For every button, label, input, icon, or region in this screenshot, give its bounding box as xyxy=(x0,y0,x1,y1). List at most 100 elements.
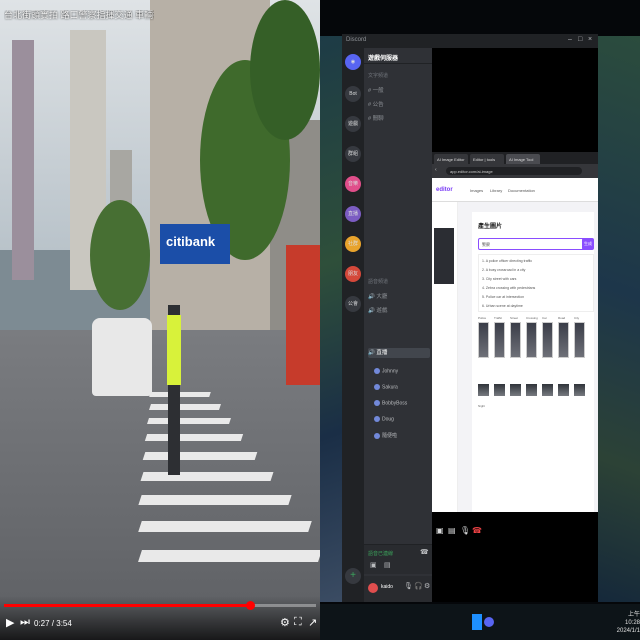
image-thumbnail[interactable] xyxy=(494,322,505,358)
stream-controls: ▣ ▤ 🎙 ☎ xyxy=(432,518,598,548)
image-thumbnail[interactable] xyxy=(526,322,537,358)
image-thumbnail[interactable] xyxy=(494,384,505,396)
headphones-icon[interactable]: 🎧 xyxy=(414,582,423,590)
generate-button[interactable]: 生成 xyxy=(582,238,594,250)
voice-channel-item-active[interactable]: 🔊 直播 xyxy=(368,348,430,358)
nav-item[interactable]: Documentation xyxy=(508,188,535,193)
taskbar-app-icon[interactable] xyxy=(472,614,482,630)
voice-user[interactable]: Doug xyxy=(374,416,430,426)
building xyxy=(12,40,34,280)
mic-icon[interactable]: 🎙 xyxy=(460,526,470,535)
avatar[interactable] xyxy=(368,583,378,593)
discord-taskbar-icon[interactable] xyxy=(484,617,494,627)
server-icon[interactable]: 社群 xyxy=(345,236,361,252)
voice-channel-item[interactable]: 🔊 遊戲 xyxy=(368,306,430,316)
site-header: editor Images Library Documentation xyxy=(432,178,598,202)
crosswalk-stripe xyxy=(138,495,292,505)
voice-user[interactable]: BobbyBoss xyxy=(374,400,430,410)
screen-share-icon[interactable]: ▤ xyxy=(384,561,391,569)
image-thumbnail[interactable] xyxy=(510,322,521,358)
voice-connection-panel: 語音已連線 ☎ ▣ ▤ xyxy=(364,544,432,574)
browser-tab[interactable]: AI Image Editor xyxy=(434,154,468,164)
disconnect-icon[interactable]: ☎ xyxy=(472,526,482,535)
channel-category[interactable]: 語音頻道 xyxy=(368,278,430,288)
desktop: Discord – □ × ◉ Bot 遊戲 群組 音樂 直播 社群 朋友 公會… xyxy=(320,0,640,640)
channel-item[interactable]: # 一般 xyxy=(368,86,430,96)
voice-user[interactable]: Johnny xyxy=(374,368,430,378)
officer-vest xyxy=(167,315,181,385)
prompt-input[interactable]: 警察 xyxy=(478,238,588,250)
server-icon[interactable]: 遊戲 xyxy=(345,116,361,132)
home-icon[interactable]: ◉ xyxy=(345,54,361,70)
camera-icon[interactable]: ▣ xyxy=(370,561,377,569)
image-thumbnail[interactable] xyxy=(558,322,569,358)
image-thumbnail[interactable] xyxy=(542,322,553,358)
image-thumbnail[interactable] xyxy=(542,384,553,396)
channel-item[interactable]: # 閒聊 xyxy=(368,114,430,124)
prompt-line[interactable]: 2. A busy crossroad in a city xyxy=(482,268,525,272)
add-server-icon[interactable]: + xyxy=(345,568,361,584)
voice-user-name: Sakura xyxy=(382,384,398,391)
skip-next-icon[interactable]: ⏭ xyxy=(20,616,30,629)
gear-icon[interactable]: ⚙ xyxy=(424,582,430,590)
url-field[interactable]: app.editor.com/ai-image xyxy=(446,167,582,175)
stream-view[interactable]: AI Image Editor Editor | tools AI Image … xyxy=(432,48,598,602)
channel-list: 遊戲伺服器 文字頻道 # 一般 # 公告 # 閒聊 語音頻道 🔊 大廳 🔊 遊戲… xyxy=(364,48,432,602)
crosswalk-stripe xyxy=(144,434,244,441)
bank-sign: citibank xyxy=(160,224,230,264)
channel-category[interactable]: 文字頻道 xyxy=(368,72,430,82)
tray-time: 上午 10:28 xyxy=(624,612,640,626)
share-icon[interactable]: ↗ xyxy=(308,616,317,629)
channel-item[interactable]: # 公告 xyxy=(368,100,430,110)
image-thumbnail[interactable] xyxy=(558,384,569,396)
server-icon[interactable]: 群組 xyxy=(345,146,361,162)
voice-channel-item[interactable]: 🔊 大廳 xyxy=(368,292,430,302)
server-icon[interactable]: Bot xyxy=(345,86,361,102)
address-bar: ‹ app.editor.com/ai-image xyxy=(432,164,598,178)
voice-user[interactable]: 隨便啦 xyxy=(374,432,430,442)
settings-icon[interactable]: ⚙ xyxy=(280,616,290,629)
server-icon[interactable]: 直播 xyxy=(345,206,361,222)
prompt-line[interactable]: 5. Police car at intersection xyxy=(482,295,524,299)
server-icon[interactable]: 公會 xyxy=(345,296,361,312)
disconnect-icon[interactable]: ☎ xyxy=(420,548,429,556)
image-thumbnail[interactable] xyxy=(510,384,521,396)
screen-share-icon[interactable]: ▤ xyxy=(448,526,456,535)
prompt-line[interactable]: 1. A police officer directing traffic xyxy=(482,259,532,263)
prompt-line[interactable]: 4. Zebra crossing with pedestrians xyxy=(482,286,535,290)
progress-bar[interactable] xyxy=(4,601,316,610)
play-icon[interactable]: ▶ xyxy=(6,616,14,629)
fullscreen-icon[interactable]: ⛶ xyxy=(294,616,302,629)
nav-item[interactable]: Images xyxy=(470,188,483,193)
camera-icon[interactable]: ▣ xyxy=(436,526,444,535)
generator-card: 產生圖片 警察 生成 1. A police officer directing… xyxy=(472,212,594,512)
mic-icon[interactable]: 🎙 xyxy=(404,582,413,590)
thumb-label: Night xyxy=(478,404,486,408)
maximize-icon[interactable]: □ xyxy=(578,36,582,43)
nav-item[interactable]: Library xyxy=(490,188,502,193)
voice-user[interactable]: Sakura xyxy=(374,384,430,394)
app-name: Discord xyxy=(346,37,367,43)
sidebar-preview[interactable] xyxy=(434,228,454,284)
browser-tab-active[interactable]: AI Image Tool xyxy=(506,154,540,164)
back-icon[interactable]: ‹ xyxy=(435,167,437,173)
server-icon[interactable]: 音樂 xyxy=(345,176,361,192)
image-thumbnail[interactable] xyxy=(526,384,537,396)
avatar xyxy=(374,384,380,390)
browser-tab[interactable]: Editor | tools xyxy=(470,154,504,164)
minimize-icon[interactable]: – xyxy=(568,36,572,43)
card-title: 產生圖片 xyxy=(478,224,503,230)
video-player[interactable]: citibank 台北街頭實拍 路口警察指揮交通 車輛行人通過路口 ▶ ⏭ 0:… xyxy=(0,0,320,640)
server-name[interactable]: 遊戲伺服器 xyxy=(364,48,432,64)
prompt-line[interactable]: 6. Urban scene at daytime xyxy=(482,304,523,308)
image-thumbnail[interactable] xyxy=(478,322,489,358)
tray-clock[interactable]: 上午 10:28 2024/1/1 xyxy=(612,611,640,635)
thumb-label: Traffic xyxy=(494,316,503,320)
image-thumbnail[interactable] xyxy=(574,384,585,396)
site-logo[interactable]: editor xyxy=(436,187,453,193)
prompt-line[interactable]: 3. City street with cars xyxy=(482,277,516,281)
image-thumbnail[interactable] xyxy=(478,384,489,396)
image-thumbnail[interactable] xyxy=(574,322,585,358)
server-icon[interactable]: 朋友 xyxy=(345,266,361,282)
close-icon[interactable]: × xyxy=(588,36,592,43)
